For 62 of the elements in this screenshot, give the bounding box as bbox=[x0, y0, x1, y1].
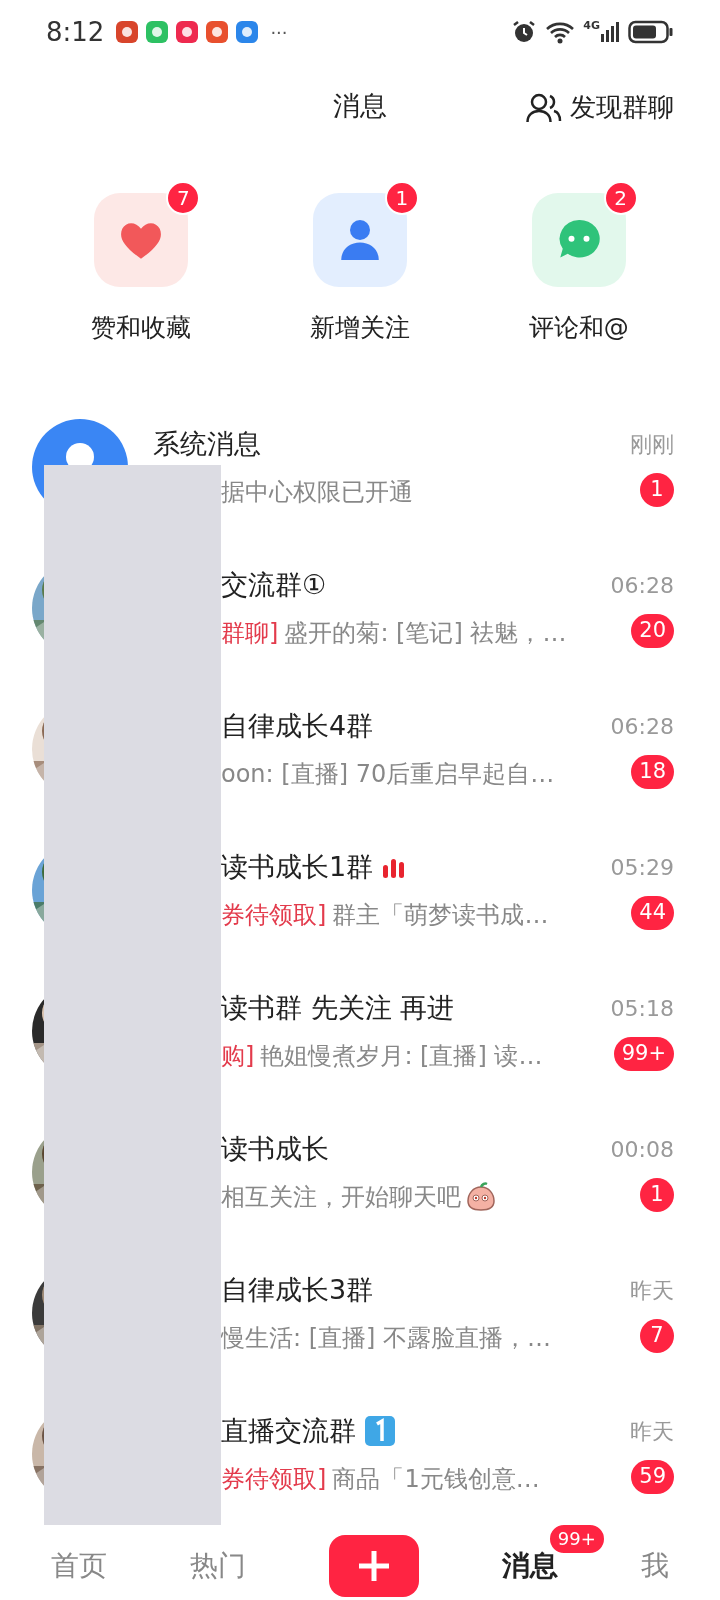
conversation-title: 读书成长1群 bbox=[221, 849, 374, 884]
unread-badge: 59 bbox=[631, 1459, 674, 1494]
nav-tab[interactable]: 热门 bbox=[190, 1545, 247, 1587]
count-badge: 2 bbox=[603, 181, 638, 215]
app-notification-icon bbox=[145, 20, 170, 44]
signal-icon bbox=[600, 20, 620, 44]
unread-badge: 1 bbox=[640, 1177, 674, 1212]
message-preview: 艳姐慢煮岁月: [直播] 读… bbox=[260, 1041, 543, 1073]
unread-badge: 99+ bbox=[613, 1036, 674, 1071]
unread-badge: 1 bbox=[640, 472, 674, 507]
more-notifications-text: ··· bbox=[270, 20, 288, 45]
wifi-icon bbox=[545, 20, 576, 44]
unread-badge: 20 bbox=[631, 613, 674, 648]
message-preview: 相互关注，开始聊天吧 bbox=[221, 1182, 461, 1214]
count-badge: 1 bbox=[385, 181, 419, 215]
nav-tab[interactable]: 首页 bbox=[51, 1545, 108, 1587]
count-badge: 7 bbox=[166, 181, 201, 215]
plus-icon bbox=[356, 1548, 392, 1584]
conversation-title: 系统消息 bbox=[153, 426, 261, 461]
message-time: 05:29 bbox=[610, 853, 674, 882]
conversation-title: 读书成长 bbox=[221, 1131, 329, 1166]
quick-action-button[interactable]: 7 赞和收藏 bbox=[77, 179, 206, 347]
message-preview: 盛开的菊: [笔记] 祛魅，… bbox=[284, 618, 567, 650]
tag-label: 券待领取] bbox=[221, 1464, 327, 1496]
tag-label: 群聊] bbox=[221, 618, 279, 650]
tag-label: 购] bbox=[221, 1041, 255, 1073]
unread-badge: 44 bbox=[631, 895, 674, 930]
count-badge: 99+ bbox=[547, 1523, 606, 1555]
add-button[interactable] bbox=[329, 1535, 419, 1597]
app-notification-icon bbox=[235, 20, 260, 44]
conversation-title: 自律成长4群 bbox=[221, 708, 374, 743]
network-type-text: 4G bbox=[583, 20, 600, 31]
status-time: 8:12 bbox=[46, 15, 105, 49]
battery-icon bbox=[628, 20, 674, 44]
quick-action-button[interactable]: 1 新增关注 bbox=[296, 179, 424, 347]
conversation-title: 交流群① bbox=[221, 567, 327, 602]
page-title: 消息 bbox=[333, 88, 387, 123]
quick-action-button[interactable]: 2 评论和@ bbox=[514, 179, 643, 347]
conversation-title: 直播交流群 bbox=[221, 1413, 356, 1448]
unread-badge: 18 bbox=[631, 754, 674, 789]
conversation-title: 自律成长3群 bbox=[221, 1272, 374, 1307]
message-preview: oon: [直播] 70后重启早起自… bbox=[221, 759, 555, 791]
unread-badge: 7 bbox=[640, 1318, 674, 1353]
app-notification-icon bbox=[175, 20, 200, 44]
nav-tab[interactable]: 我 bbox=[640, 1545, 669, 1587]
conversation-title: 读书群 先关注 再进 bbox=[221, 990, 455, 1025]
message-preview: 商品「1元钱创意… bbox=[332, 1464, 540, 1496]
message-time: 昨天 bbox=[630, 1417, 674, 1446]
app-notification-icon bbox=[115, 20, 140, 44]
message-time: 06:28 bbox=[610, 712, 674, 741]
message-preview: 群主「萌梦读书成… bbox=[332, 900, 549, 932]
discover-groups-button[interactable]: 发现群聊 bbox=[526, 88, 674, 127]
tag-label: 券待领取] bbox=[221, 900, 327, 932]
message-time: 刚刚 bbox=[630, 430, 674, 459]
message-time: 昨天 bbox=[630, 1276, 674, 1305]
message-time: 05:18 bbox=[610, 994, 674, 1023]
message-preview: 据中心权限已开通 bbox=[221, 477, 413, 509]
app-notification-icon bbox=[205, 20, 230, 44]
message-time: 06:28 bbox=[610, 571, 674, 600]
message-time: 00:08 bbox=[610, 1135, 674, 1164]
people-icon bbox=[526, 91, 562, 124]
message-preview: 慢生活: [直播] 不露脸直播，… bbox=[221, 1323, 552, 1355]
